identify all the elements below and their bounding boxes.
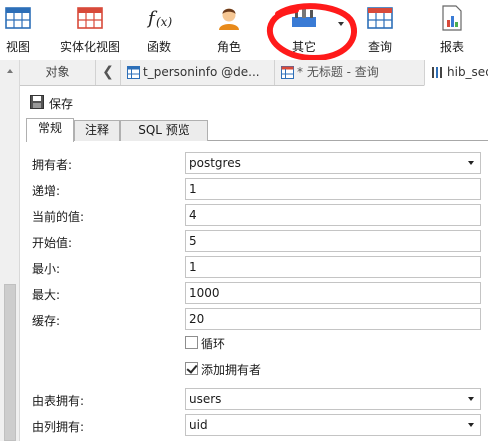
query-icon (281, 66, 294, 79)
owner-label: 拥有者: (32, 158, 73, 172)
view-button[interactable]: 视图 (0, 0, 44, 60)
user-icon (219, 8, 239, 30)
function-icon: f (x) (146, 8, 172, 29)
other-label: 其它 (291, 40, 316, 54)
property-tabs: 常规 注释 SQL 预览 (26, 118, 488, 142)
left-scrollbar[interactable] (0, 60, 20, 441)
min-value-input[interactable]: 1 (185, 256, 481, 278)
materialized-view-button[interactable]: 实体化视图 (54, 0, 126, 60)
table-icon (127, 66, 140, 79)
owner-select[interactable]: postgres (185, 152, 481, 174)
save-label: 保存 (49, 97, 74, 111)
main-toolbar: 视图 实体化视图 f (x) 函数 角色 其它 查询 报表 (0, 0, 488, 62)
tools-icon (292, 7, 316, 27)
materialized-view-label: 实体化视图 (59, 40, 120, 54)
tab-label: t_personinfo @de... (143, 65, 260, 79)
view-icon (5, 7, 31, 29)
tab-comment[interactable]: 注释 (74, 120, 120, 141)
increment-label: 递增: (32, 184, 61, 198)
current-value-input[interactable]: 4 (185, 204, 481, 226)
owned-by-column-select[interactable]: uid (185, 414, 481, 436)
function-button[interactable]: f (x) 函数 (134, 0, 184, 60)
increment-input[interactable]: 1 (185, 178, 481, 200)
tab-untitled-query[interactable]: * 无标题 - 查询 (274, 60, 424, 85)
view-label: 视图 (5, 40, 30, 54)
other-button[interactable]: 其它 (276, 0, 332, 60)
other-dropdown-arrow-icon[interactable] (338, 22, 344, 26)
start-value-input[interactable]: 5 (185, 230, 481, 252)
max-value-input[interactable]: 1000 (185, 282, 481, 304)
role-button[interactable]: 角色 (204, 0, 254, 60)
materialized-view-icon (77, 7, 103, 29)
scrollbar-thumb[interactable] (4, 284, 16, 441)
chevron-down-icon (468, 161, 474, 165)
svg-text:(x): (x) (156, 15, 172, 29)
tab-label: * 无标题 - 查询 (297, 65, 379, 79)
owned-by-table-label: 由表拥有: (32, 394, 85, 408)
report-icon (442, 5, 462, 31)
cycle-label: 循环 (201, 337, 226, 351)
function-label: 函数 (146, 40, 171, 54)
role-label: 角色 (216, 40, 241, 54)
chevron-down-icon (468, 397, 474, 401)
query-icon (367, 7, 393, 29)
cache-label: 缓存: (32, 314, 61, 328)
cache-input[interactable]: 20 (185, 308, 481, 330)
current-value-label: 当前的值: (32, 210, 85, 224)
query-label: 查询 (367, 40, 392, 54)
query-button[interactable]: 查询 (352, 0, 408, 60)
tab-scroll-left-icon[interactable]: ❮ (98, 60, 118, 85)
cycle-checkbox-box[interactable] (185, 336, 198, 349)
add-owner-checkbox-box[interactable] (185, 362, 198, 375)
sequence-properties-form: 拥有者: postgres 递增: 1 当前的值: 4 开始值: 5 最小: 1… (26, 142, 488, 441)
tab-label: hib_seq (447, 65, 488, 79)
save-icon (30, 95, 44, 109)
document-tab-bar: 对象 ❮ t_personinfo @de... * 无标题 - 查询 hib_… (20, 60, 488, 86)
report-button[interactable]: 报表 (424, 0, 480, 60)
start-value-label: 开始值: (32, 236, 73, 250)
report-label: 报表 (439, 40, 464, 54)
owned-by-table-value: users (189, 392, 222, 406)
tab-sequence-hib-seq[interactable]: hib_seq (424, 60, 488, 86)
min-value-label: 最小: (32, 262, 61, 276)
tab-objects[interactable]: 对象 (20, 60, 96, 85)
owned-by-table-select[interactable]: users (185, 388, 481, 410)
tab-table-personinfo[interactable]: t_personinfo @de... (120, 60, 274, 85)
add-owner-label: 添加拥有者 (201, 363, 262, 377)
max-value-label: 最大: (32, 288, 61, 302)
owned-by-column-label: 由列拥有: (32, 420, 85, 434)
tab-general[interactable]: 常规 (26, 118, 74, 142)
owner-value: postgres (189, 156, 241, 170)
owned-by-column-value: uid (189, 418, 208, 432)
scroll-up-arrow-icon[interactable] (7, 69, 13, 73)
chevron-down-icon (468, 423, 474, 427)
tab-sql-preview[interactable]: SQL 预览 (120, 120, 208, 141)
sequence-icon (432, 67, 442, 78)
